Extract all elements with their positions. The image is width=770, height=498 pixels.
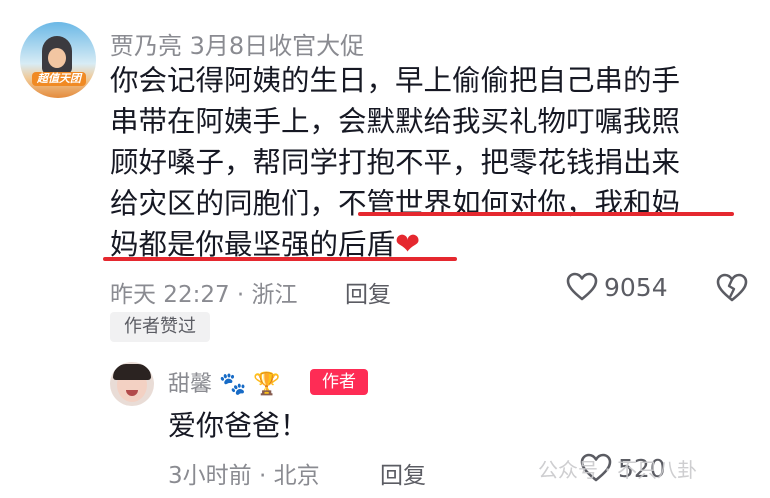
reply-time-location: 3小时前 · 北京 [168, 463, 320, 489]
watermark: 公众号 · 不只八卦 [538, 458, 698, 482]
comment-author-avatar[interactable]: 超值天团 [20, 22, 96, 98]
heart-outline-icon [566, 272, 598, 301]
reply-reply-button[interactable]: 回复 [380, 456, 426, 490]
dislike-heart-icon[interactable] [716, 273, 748, 303]
highlight-underline [358, 212, 734, 216]
comment-like-count: 9054 [604, 272, 668, 302]
comment-text-line: 顾好嗓子，帮同学打抱不平，把零花钱捐出来 [110, 146, 681, 179]
avatar-logo: 超值天团 [32, 72, 86, 86]
reply-author-line[interactable]: 甜馨 🐾 🏆 [168, 366, 281, 398]
comment-reply-button[interactable]: 回复 [345, 275, 391, 309]
comment-post-date: 3月8日 [189, 32, 269, 60]
paw-icon: 🐾 [219, 372, 247, 397]
author-badge: 作者 [310, 369, 368, 395]
comment-author-note: 收官大促 [268, 32, 365, 60]
comment-time-location: 昨天 22:27 · 浙江 [110, 282, 298, 308]
highlight-underline [103, 257, 457, 261]
reply-text: 爱你爸爸！ [168, 409, 309, 442]
comment-text-line: 给灾区的同胞们，不管世界如何对你，我和妈 [110, 183, 750, 224]
comment-author-line[interactable]: 贾乃亮 3月8日收官大促 [110, 26, 364, 61]
comment-text-line: 串带在阿姨手上，会默默给我买礼物叮嘱我照 [110, 105, 681, 138]
comment-text-segment: 给灾区的同胞们， [110, 187, 339, 220]
comment-text: 你会记得阿姨的生日，早上偷偷把自己串的手 串带在阿姨手上，会默默给我买礼物叮嘱我… [110, 60, 750, 265]
avatar-face [48, 48, 66, 68]
comment-like-button[interactable]: 9054 [566, 272, 668, 302]
author-liked-tag: 作者赞过 [110, 312, 210, 342]
comment-text-line: 你会记得阿姨的生日，早上偷偷把自己串的手 [110, 64, 681, 97]
reply-author-avatar[interactable] [110, 362, 154, 406]
trophy-icon: 🏆 [253, 372, 281, 397]
avatar-hair [113, 364, 151, 380]
comment-author-name[interactable]: 贾乃亮 [110, 32, 182, 60]
reply-author-name[interactable]: 甜馨 [168, 372, 212, 397]
